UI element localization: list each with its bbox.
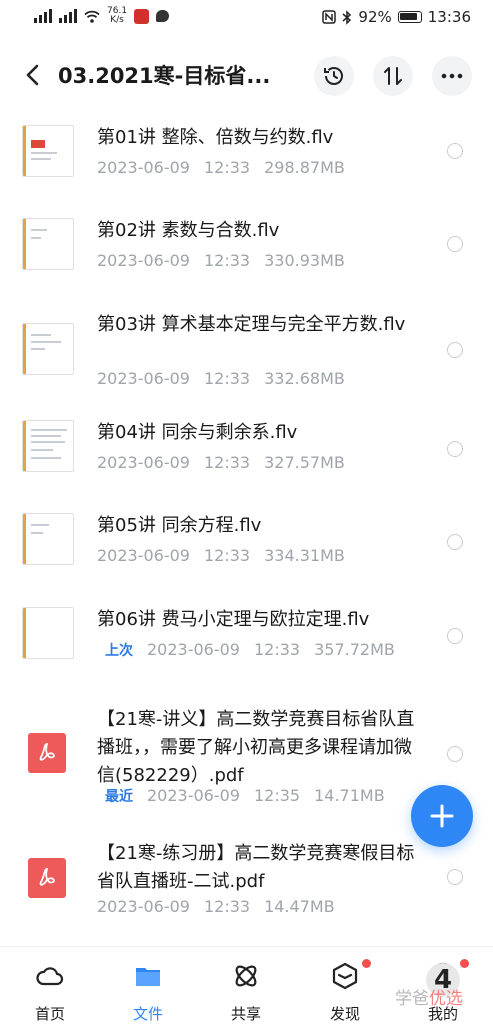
status-bar: 76.1 K/s 92% 13:36 [0, 0, 493, 36]
file-row[interactable]: 【21寒-练习册】高二数学竞赛寒假目标省队直播班-二试.pdf 2023-06-… [0, 840, 493, 922]
tab-label: 发现 [329, 1005, 360, 1023]
video-thumbnail [22, 218, 74, 270]
tab-files[interactable]: 文件 [113, 961, 183, 1024]
file-name: 第03讲 算术基本定理与完全平方数.flv [97, 314, 406, 335]
select-radio[interactable] [447, 143, 463, 159]
history-icon [324, 67, 343, 85]
file-name: 第06讲 费马小定理与欧拉定理.flv [97, 609, 370, 630]
page-title: 03.2021寒-目标省... [58, 64, 271, 88]
file-meta: 2023-06-09 12:33 332.68MB [97, 369, 345, 388]
file-row[interactable]: 第04讲 同余与剩余系.flv 2023-06-09 12:33 327.57MB [0, 413, 493, 489]
add-button[interactable] [411, 785, 473, 847]
message-icon [156, 10, 170, 22]
tab-discover[interactable]: 发现 [310, 961, 380, 1024]
signal-icon-2 [59, 9, 77, 23]
signal-icon [34, 9, 52, 23]
file-meta: 2023-06-09 12:33 327.57MB [97, 453, 345, 472]
tab-share[interactable]: 共享 [211, 961, 281, 1024]
file-meta: 2023-06-09 12:33 14.47MB [97, 897, 335, 916]
pdf-icon [28, 733, 66, 773]
select-radio[interactable] [447, 746, 463, 762]
clock: 13:36 [427, 8, 471, 26]
file-meta: 2023-06-09 12:33 330.93MB [97, 251, 345, 270]
discover-notification-dot [362, 959, 371, 968]
select-radio[interactable] [447, 628, 463, 644]
cube-icon [332, 962, 358, 990]
select-radio[interactable] [447, 342, 463, 358]
sort-icon [384, 67, 402, 85]
app-notification-icon [134, 8, 150, 24]
app-header: 03.2021寒-目标省... [0, 44, 493, 106]
network-speed: 76.1 K/s [107, 6, 128, 25]
file-row[interactable]: 第06讲 费马小定理与欧拉定理.flv 上次 2023-06-09 12:33 35… [0, 600, 493, 676]
video-thumbnail [22, 513, 74, 565]
more-button[interactable] [432, 56, 472, 96]
plus-icon [430, 804, 454, 828]
file-meta: 2023-06-09 12:33 298.87MB [97, 158, 345, 177]
back-icon[interactable] [22, 62, 44, 88]
file-name: 第01讲 整除、倍数与约数.flv [97, 127, 334, 148]
video-thumbnail [22, 420, 74, 472]
battery-percent: 92% [358, 8, 392, 26]
file-name: 第04讲 同余与剩余系.flv [97, 422, 298, 443]
file-row[interactable]: 第05讲 同余方程.flv 2023-06-09 12:33 334.31MB [0, 506, 493, 582]
file-name: 第05讲 同余方程.flv [97, 515, 262, 536]
sort-button[interactable] [373, 56, 413, 96]
file-name: 【21寒-讲义】高二数学竞赛目标省队直播班，，需要了解小初高更多课程请加微信(5… [97, 709, 415, 786]
watermark: 学爸优选 [395, 989, 463, 1009]
folder-icon [136, 968, 160, 986]
file-name: 【21寒-练习册】高二数学竞赛寒假目标省队直播班-二试.pdf [97, 843, 415, 892]
video-thumbnail [22, 125, 74, 177]
tab-label: 共享 [230, 1005, 261, 1023]
more-icon [441, 73, 463, 79]
file-meta: 上次 2023-06-09 12:33 357.72MB [97, 640, 395, 660]
tab-label: 文件 [132, 1005, 163, 1023]
tab-label: 首页 [34, 1005, 65, 1023]
video-thumbnail [22, 607, 74, 659]
select-radio[interactable] [447, 869, 463, 885]
file-row[interactable]: 第02讲 素数与合数.flv 2023-06-09 12:33 330.93MB [0, 211, 493, 287]
last-viewed-tag: 上次 [105, 643, 133, 659]
bluetooth-icon [342, 9, 352, 25]
select-radio[interactable] [447, 441, 463, 457]
nfc-icon [322, 10, 337, 24]
file-row[interactable]: 第01讲 整除、倍数与约数.flv 2023-06-09 12:33 298.87M… [0, 118, 493, 194]
battery-icon [397, 11, 422, 23]
share-icon [235, 965, 257, 987]
pdf-icon [28, 858, 66, 898]
file-row[interactable]: 第03讲 算术基本定理与完全平方数.flv 2023-06-09 12:33 332… [0, 305, 493, 405]
recent-tag: 最近 [105, 789, 133, 805]
wifi-icon [84, 10, 100, 23]
history-button[interactable] [314, 56, 354, 96]
file-meta: 2023-06-09 12:33 334.31MB [97, 546, 345, 565]
select-radio[interactable] [447, 236, 463, 252]
select-radio[interactable] [447, 534, 463, 550]
profile-notification-dot [460, 959, 469, 968]
file-name: 第02讲 素数与合数.flv [97, 220, 280, 241]
cloud-icon [36, 967, 64, 986]
file-meta: 最近 2023-06-09 12:35 14.71MB [97, 786, 385, 806]
video-thumbnail [22, 323, 74, 375]
tab-home[interactable]: 首页 [15, 961, 85, 1024]
